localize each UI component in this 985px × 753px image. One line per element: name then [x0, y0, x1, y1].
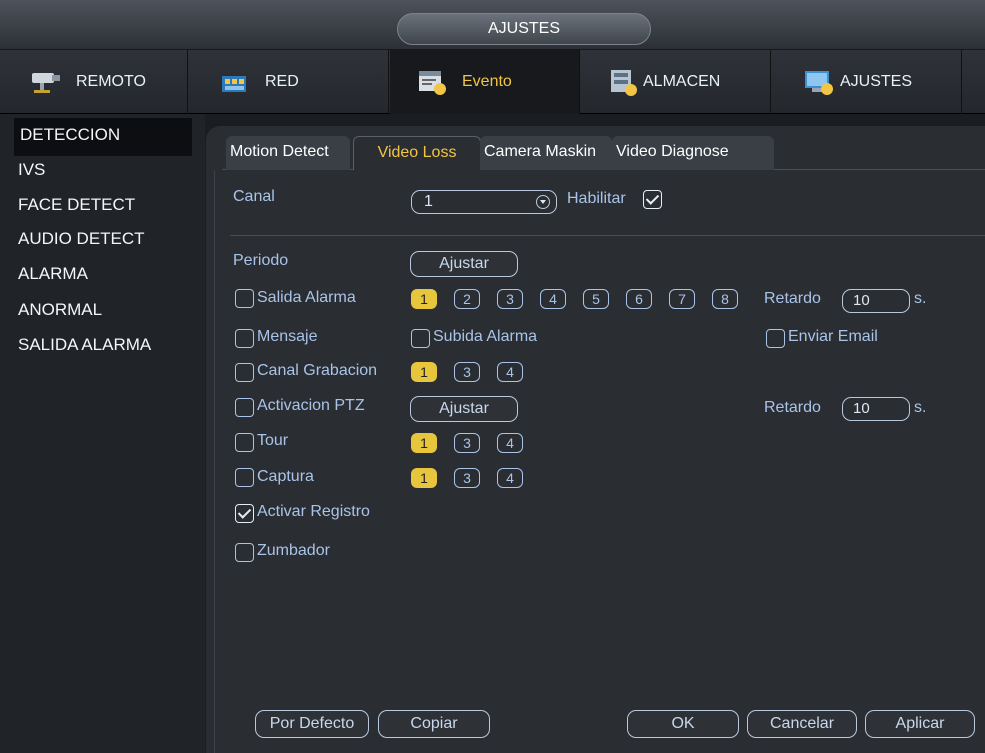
activacion-ptz-checkbox[interactable] [235, 398, 254, 417]
aplicar-button[interactable]: Aplicar [865, 710, 975, 738]
activar-registro-label: Activar Registro [257, 503, 370, 520]
alarm-output-1[interactable]: 1 [411, 289, 437, 309]
ptz-ajustar-button[interactable]: Ajustar [410, 396, 518, 422]
tab-video-loss[interactable]: Video Loss [353, 136, 481, 170]
captura-label: Captura [257, 468, 314, 485]
alarm-output-6[interactable]: 6 [626, 289, 652, 309]
record-channel-1[interactable]: 1 [411, 362, 437, 382]
retardo-label: Retardo [764, 290, 821, 307]
tour-channel-1[interactable]: 1 [411, 433, 437, 453]
tab-remoto[interactable]: REMOTO [0, 50, 188, 114]
settings-icon [802, 67, 836, 97]
mensaje-label: Mensaje [257, 328, 318, 345]
activar-registro-checkbox[interactable] [235, 504, 254, 523]
tour-channel-4[interactable]: 4 [497, 433, 523, 453]
section-divider [230, 235, 985, 236]
sidebar-item-ivs[interactable]: IVS [18, 160, 45, 180]
habilitar-checkbox[interactable] [643, 190, 662, 209]
record-channel-4[interactable]: 4 [497, 362, 523, 382]
network-icon [219, 67, 253, 97]
salida-alarma-checkbox[interactable] [235, 289, 254, 308]
ptz-retardo-unit: s. [914, 399, 927, 416]
tour-label: Tour [257, 432, 289, 449]
subida-alarma-label: Subida Alarma [433, 328, 538, 345]
canal-grabacion-label: Canal Grabacion [257, 362, 378, 379]
tab-label: RED [265, 73, 299, 90]
snapshot-channel-1[interactable]: 1 [411, 468, 437, 488]
alarm-output-2[interactable]: 2 [454, 289, 480, 309]
settings-panel [206, 126, 985, 753]
sidebar-item-audio-detect[interactable]: AUDIO DETECT [18, 229, 145, 249]
alarm-output-3[interactable]: 3 [497, 289, 523, 309]
tab-label: ALMACEN [643, 73, 721, 90]
ok-button[interactable]: OK [627, 710, 739, 738]
snapshot-channel-4[interactable]: 4 [497, 468, 523, 488]
por-defecto-button[interactable]: Por Defecto [255, 710, 369, 738]
alarm-output-7[interactable]: 7 [669, 289, 695, 309]
tab-ajustes[interactable]: AJUSTES [772, 50, 962, 114]
tab-camera-masking[interactable]: Camera Maskin [480, 136, 612, 170]
sidebar-item-deteccion[interactable]: DETECCION [14, 118, 192, 156]
snapshot-channel-3[interactable]: 3 [454, 468, 480, 488]
panel-divider [214, 170, 215, 753]
canal-label: Canal [233, 188, 275, 205]
alarm-output-5[interactable]: 5 [583, 289, 609, 309]
periodo-ajustar-button[interactable]: Ajustar [410, 251, 518, 277]
sidebar-item-face-detect[interactable]: FACE DETECT [18, 195, 135, 215]
periodo-label: Periodo [233, 252, 289, 269]
sidebar-item-salida-alarma[interactable]: SALIDA ALARMA [18, 335, 151, 355]
sidebar-item-anormal[interactable]: ANORMAL [18, 300, 102, 320]
camera-icon [30, 67, 64, 97]
activacion-ptz-label: Activacion PTZ [257, 397, 365, 414]
alarm-output-4[interactable]: 4 [540, 289, 566, 309]
canal-select[interactable]: 1 [411, 190, 557, 214]
salida-alarma-label: Salida Alarma [257, 289, 356, 306]
zumbador-checkbox[interactable] [235, 543, 254, 562]
top-tab-bar: REMOTO RED Evento ALMACEN AJUSTES [0, 50, 985, 114]
event-icon [416, 67, 450, 97]
subida-alarma-checkbox[interactable] [411, 329, 430, 348]
tab-video-diagnose[interactable]: Video Diagnose [612, 136, 774, 170]
tab-label: AJUSTES [840, 73, 913, 90]
tab-evento[interactable]: Evento [390, 50, 580, 114]
mensaje-checkbox[interactable] [235, 329, 254, 348]
ptz-retardo-input[interactable]: 10 [842, 397, 910, 421]
tab-label: REMOTO [76, 73, 146, 90]
storage-icon [607, 67, 641, 97]
captura-checkbox[interactable] [235, 468, 254, 487]
enviar-email-checkbox[interactable] [766, 329, 785, 348]
retardo-unit: s. [914, 290, 927, 307]
window-title: AJUSTES [397, 13, 651, 45]
habilitar-label: Habilitar [567, 190, 626, 207]
sidebar-item-alarma[interactable]: ALARMA [18, 264, 88, 284]
tour-checkbox[interactable] [235, 433, 254, 452]
copiar-button[interactable]: Copiar [378, 710, 490, 738]
ptz-retardo-label: Retardo [764, 399, 821, 416]
tour-channel-3[interactable]: 3 [454, 433, 480, 453]
record-channel-3[interactable]: 3 [454, 362, 480, 382]
chevron-down-icon [536, 195, 550, 209]
tab-motion-detect[interactable]: Motion Detect [226, 136, 350, 170]
tab-red[interactable]: RED [189, 50, 389, 114]
title-bar: AJUSTES [0, 0, 985, 50]
enviar-email-label: Enviar Email [788, 328, 878, 345]
zumbador-label: Zumbador [257, 542, 330, 559]
tab-label: Evento [462, 73, 512, 90]
alarm-output-8[interactable]: 8 [712, 289, 738, 309]
canal-value: 1 [424, 193, 433, 210]
canal-grabacion-checkbox[interactable] [235, 363, 254, 382]
retardo-input[interactable]: 10 [842, 289, 910, 313]
cancelar-button[interactable]: Cancelar [747, 710, 857, 738]
tab-almacen[interactable]: ALMACEN [581, 50, 771, 114]
